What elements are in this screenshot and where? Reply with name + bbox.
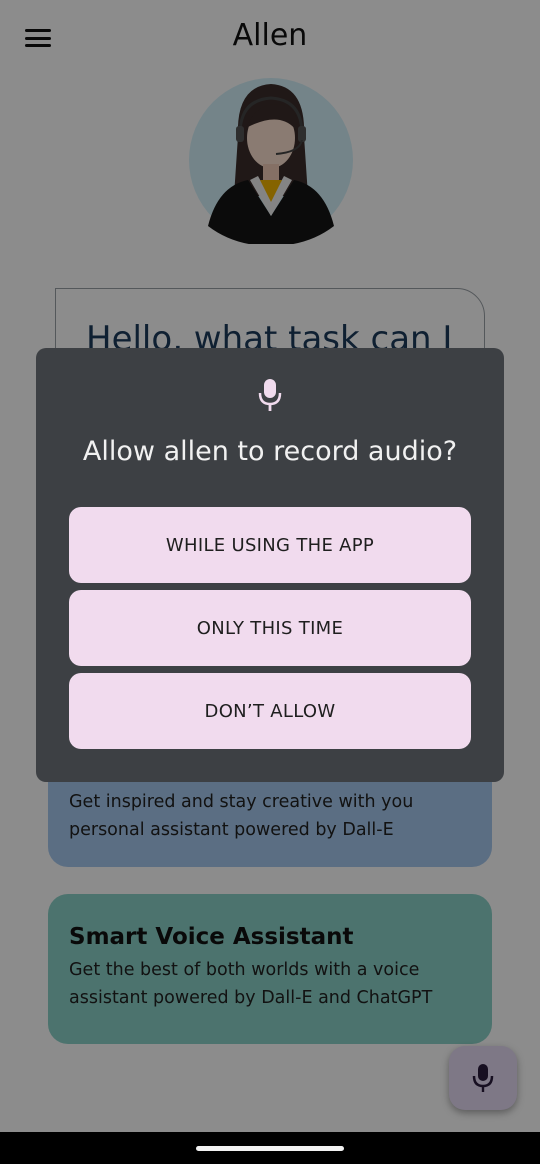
permission-dialog: Allow allen to record audio? WHILE USING…: [36, 348, 504, 782]
home-indicator[interactable]: [196, 1146, 344, 1151]
microphone-icon: [258, 379, 282, 411]
dont-allow-button[interactable]: DON’T ALLOW: [69, 673, 471, 749]
only-this-time-button[interactable]: ONLY THIS TIME: [69, 590, 471, 666]
system-nav-bar: [0, 1132, 540, 1164]
dialog-title: Allow allen to record audio?: [82, 436, 458, 467]
while-using-app-button[interactable]: WHILE USING THE APP: [69, 507, 471, 583]
